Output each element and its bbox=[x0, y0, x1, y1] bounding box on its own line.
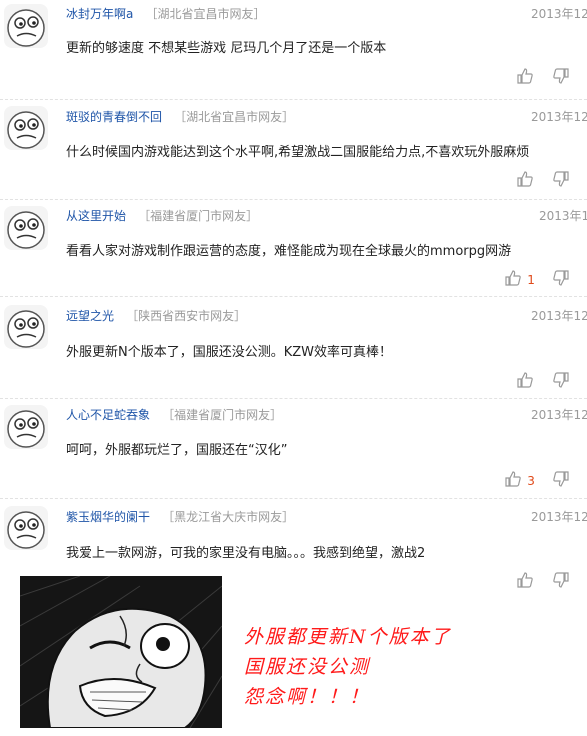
comment-header: 从这里开始 ［福建省厦门市网友］ bbox=[66, 207, 587, 223]
thumbs-up-icon[interactable] bbox=[517, 68, 533, 88]
avatar[interactable] bbox=[4, 506, 48, 550]
like-count: 3 bbox=[527, 474, 535, 488]
thumbs-down-icon[interactable] bbox=[553, 572, 569, 592]
thumbs-up-icon[interactable] bbox=[505, 471, 521, 491]
timestamp: 2013年12月 bbox=[531, 110, 587, 124]
comment-actions bbox=[517, 171, 569, 187]
comment-header: 远望之光 ［陕西省西安市网友］ bbox=[66, 307, 587, 323]
comment-actions: 1 bbox=[505, 270, 569, 287]
location: ［福建省厦门市网友］ bbox=[138, 209, 259, 223]
timestamp: 2013年12月 bbox=[531, 309, 587, 323]
comment-actions: 3 bbox=[505, 471, 569, 488]
username[interactable]: 紫玉烟华的阑干 bbox=[66, 510, 150, 524]
meme-line: 外服都更新N个版本了 bbox=[244, 626, 452, 648]
thumbs-up-icon[interactable] bbox=[505, 270, 521, 290]
thumbs-up-icon[interactable] bbox=[517, 171, 533, 191]
thumbs-down-icon[interactable] bbox=[553, 471, 569, 491]
comment-actions bbox=[517, 372, 569, 388]
meme-caption: 外服都更新N个版本了 国服还没公测 怨念啊！！！ bbox=[244, 622, 452, 712]
username[interactable]: 人心不足蛇吞象 bbox=[66, 408, 150, 422]
timestamp: 2013年12月 bbox=[531, 510, 587, 524]
username[interactable]: 冰封万年啊a bbox=[66, 7, 133, 21]
thumbs-up-icon[interactable] bbox=[517, 572, 533, 592]
meme-line: 怨念啊！！！ bbox=[244, 686, 371, 708]
thumbs-up-icon[interactable] bbox=[517, 372, 533, 392]
avatar[interactable] bbox=[4, 206, 48, 250]
comment-actions bbox=[517, 572, 569, 588]
comment-header: 冰封万年啊a ［湖北省宜昌市网友］ bbox=[66, 5, 587, 21]
avatar[interactable] bbox=[4, 4, 48, 48]
timestamp: 2013年12月 bbox=[531, 408, 587, 422]
comment-text: 我爱上一款网游，可我的家里没有电脑。。。我感到绝望，激战2 bbox=[66, 546, 426, 561]
comment-item: 斑驳的青春倒不回 ［湖北省宜昌市网友］ 2013年12月 什么时候国内游戏能达到… bbox=[0, 100, 587, 200]
avatar[interactable] bbox=[4, 305, 48, 349]
thumbs-down-icon[interactable] bbox=[553, 372, 569, 392]
avatar[interactable] bbox=[4, 405, 48, 449]
comment-item: 人心不足蛇吞象 ［福建省厦门市网友］ 2013年12月 呵呵，外服都玩烂了，国服… bbox=[0, 399, 587, 499]
location: ［陕西省西安市网友］ bbox=[126, 309, 247, 323]
comment-actions bbox=[517, 68, 569, 84]
like-count: 1 bbox=[527, 273, 535, 287]
location: ［湖北省宜昌市网友］ bbox=[145, 7, 266, 21]
comment-text: 呵呵，外服都玩烂了，国服还在“汉化” bbox=[66, 443, 288, 458]
username[interactable]: 从这里开始 bbox=[66, 209, 126, 223]
thumbs-down-icon[interactable] bbox=[553, 68, 569, 88]
location: ［福建省厦门市网友］ bbox=[162, 408, 283, 422]
username[interactable]: 远望之光 bbox=[66, 309, 114, 323]
comment-header: 斑驳的青春倒不回 ［湖北省宜昌市网友］ bbox=[66, 108, 587, 124]
comment-item: 冰封万年啊a ［湖北省宜昌市网友］ 2013年12月 更新的够速度 不想某些游戏… bbox=[0, 0, 587, 100]
rage-face-image bbox=[20, 576, 222, 728]
comment-text: 更新的够速度 不想某些游戏 尼玛几个月了还是一个版本 bbox=[66, 41, 387, 56]
comment-text: 看看人家对游戏制作跟运营的态度，难怪能成为现在全球最火的mmorpg网游 bbox=[66, 244, 512, 259]
comment-header: 紫玉烟华的阑干 ［黑龙江省大庆市网友］ bbox=[66, 508, 587, 524]
comment-text: 外服更新N个版本了，国服还没公测。KZW效率可真棒！ bbox=[66, 345, 393, 360]
comment-header: 人心不足蛇吞象 ［福建省厦门市网友］ bbox=[66, 406, 587, 422]
thumbs-down-icon[interactable] bbox=[553, 270, 569, 290]
thumbs-down-icon[interactable] bbox=[553, 171, 569, 191]
comment-item: 从这里开始 ［福建省厦门市网友］ 2013年12月 看看人家对游戏制作跟运营的态… bbox=[0, 200, 587, 297]
comment-item: 远望之光 ［陕西省西安市网友］ 2013年12月 外服更新N个版本了，国服还没公… bbox=[0, 297, 587, 399]
timestamp: 2013年12月 bbox=[531, 7, 587, 21]
timestamp: 2013年12月 bbox=[539, 209, 587, 223]
location: ［黑龙江省大庆市网友］ bbox=[162, 510, 295, 524]
meme-line: 国服还没公测 bbox=[244, 656, 371, 678]
username[interactable]: 斑驳的青春倒不回 bbox=[66, 110, 162, 124]
location: ［湖北省宜昌市网友］ bbox=[174, 110, 295, 124]
avatar[interactable] bbox=[4, 106, 48, 150]
comment-text: 什么时候国内游戏能达到这个水平啊,希望激战二国服能给力点,不喜欢玩外服麻烦 bbox=[66, 145, 530, 160]
